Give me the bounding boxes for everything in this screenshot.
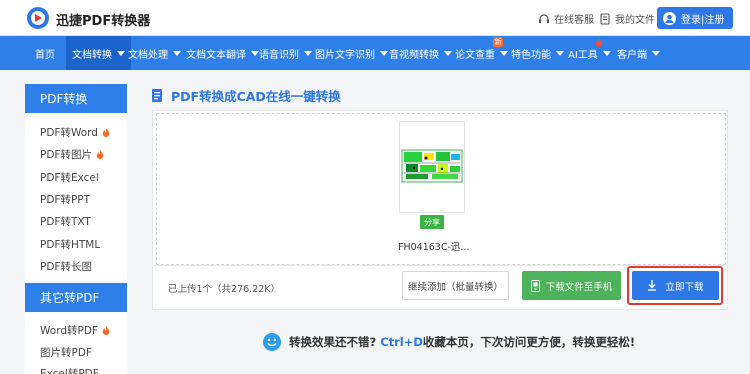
nav-label: 文档文本翻译 — [186, 49, 246, 61]
smiley-icon — [263, 333, 281, 351]
sidebar-item-pdf-to-ppt[interactable]: PDF转PPT — [40, 192, 90, 207]
sidebar-item-pdf-to-word[interactable]: PDF转Word — [40, 125, 110, 140]
login-register-label: 登录|注册 — [681, 14, 725, 26]
new-badge: 新 — [493, 37, 503, 47]
nav-item-home[interactable]: 首页 — [25, 36, 65, 70]
chevron-down-icon — [251, 50, 259, 56]
sidebar-item-pdf-to-html[interactable]: PDF转HTML — [40, 237, 100, 252]
brand-logo-icon[interactable] — [26, 6, 50, 30]
qr-code-icon — [530, 279, 540, 292]
customer-service-link[interactable]: 在线客服 — [538, 11, 594, 26]
fire-icon — [595, 38, 603, 47]
fire-icon — [102, 127, 110, 137]
customer-service-label: 在线客服 — [554, 15, 594, 26]
download-to-phone-button[interactable]: 下载文件至手机 — [522, 271, 621, 300]
sidebar-item-pdf-to-excel[interactable]: PDF转Excel — [40, 170, 99, 185]
nav-item-doc-convert[interactable]: 文档转换 — [66, 36, 131, 70]
download-to-phone-label: 下载文件至手机 — [545, 281, 613, 293]
brand-name[interactable]: 迅捷PDF转换器 — [56, 10, 150, 29]
sidebar-item-pdf-to-txt[interactable]: PDF转TXT — [40, 214, 91, 229]
upload-summary: 已上传1个（共276.22K） — [168, 284, 281, 295]
tip-suffix: 收藏本页，下次访问更方便，转换更轻松! — [422, 335, 636, 349]
sidebar-item-label: Excel转PDF — [40, 368, 99, 374]
download-now-label: 立即下载 — [665, 281, 704, 293]
sidebar-section-to-pdf: 其它转PDF — [25, 283, 127, 312]
nav-label: 图片文字识别 — [315, 49, 375, 61]
page-title-text: PDF转换成CAD在线一键转换 — [171, 89, 341, 104]
bookmark-tip: 转换效果还不错? Ctrl+D收藏本页，下次访问更方便，转换更轻松! — [263, 333, 635, 351]
cad-drawing-preview — [401, 149, 463, 183]
nav-item-client[interactable]: 客户端 — [617, 36, 660, 70]
download-now-button[interactable]: 立即下载 — [632, 271, 719, 300]
my-files-link[interactable]: 我的文件 — [599, 11, 655, 26]
page-title: PDF转换成CAD在线一键转换 — [152, 86, 341, 105]
chevron-down-icon — [173, 50, 181, 56]
fire-icon — [96, 149, 104, 159]
sidebar-item-pdf-to-long-image[interactable]: PDF转长图 — [40, 259, 92, 274]
login-register-button[interactable]: 登录|注册 — [657, 7, 733, 29]
chevron-down-icon — [304, 50, 312, 56]
chevron-down-icon — [444, 50, 452, 56]
nav-label: 文档转换 — [72, 49, 112, 61]
sidebar-item-image-to-pdf[interactable]: 图片转PDF — [40, 345, 92, 360]
sidebar-panel-to-pdf — [25, 312, 127, 374]
sidebar-item-pdf-to-image[interactable]: PDF转图片 — [40, 147, 104, 162]
sidebar-item-label: PDF转PPT — [40, 194, 91, 206]
nav-label: 首页 — [35, 49, 55, 61]
nav-label: 客户端 — [617, 49, 647, 61]
document-icon — [152, 89, 162, 102]
sidebar-item-label: PDF转Word — [40, 127, 98, 139]
tip-prefix: 转换效果还不错? — [289, 335, 377, 349]
nav-label: 文档处理 — [128, 49, 168, 61]
nav-item-doc-process[interactable]: 文档处理 — [128, 36, 181, 70]
sidebar-item-label: PDF转TXT — [40, 216, 91, 228]
document-icon — [600, 12, 610, 25]
file-thumbnail[interactable] — [399, 121, 465, 213]
nav-label: 语音识别 — [259, 49, 299, 61]
nav-label: 特色功能 — [511, 49, 551, 61]
nav-item-ocr[interactable]: 图片文字识别 — [315, 36, 388, 70]
continue-add-button[interactable]: 继续添加（批量转换） — [402, 271, 509, 300]
sidebar-item-label: PDF转长图 — [40, 261, 92, 273]
nav-label: 音视频转换 — [389, 49, 439, 61]
sidebar-item-label: PDF转HTML — [40, 239, 101, 251]
tip-shortcut: Ctrl+D — [380, 335, 423, 349]
chevron-down-icon — [500, 50, 508, 56]
sidebar-item-label: Word转PDF — [40, 325, 98, 337]
sidebar-item-word-to-pdf[interactable]: Word转PDF — [40, 323, 110, 338]
sidebar-item-label: PDF转Excel — [40, 172, 99, 184]
nav-item-ai-tools[interactable]: AI工具 — [568, 36, 611, 70]
nav-item-doc-translate[interactable]: 文档文本翻译 — [186, 36, 259, 70]
chevron-down-icon — [652, 50, 660, 56]
download-icon — [648, 280, 657, 291]
headset-icon — [539, 13, 549, 23]
file-name: FH04163C-迅... — [398, 242, 470, 253]
fire-icon — [102, 325, 110, 335]
main-nav-bar: 首页 文档转换 文档处理 文档文本翻译 语音识别 图片文字识别 音视频转换 论文… — [0, 36, 750, 70]
nav-item-features[interactable]: 特色功能 — [511, 36, 564, 70]
sidebar-item-excel-to-pdf[interactable]: Excel转PDF — [40, 366, 99, 374]
nav-item-speech[interactable]: 语音识别 — [259, 36, 312, 70]
chevron-down-icon — [602, 50, 611, 56]
user-avatar-icon — [663, 11, 676, 25]
chevron-down-icon — [380, 50, 388, 56]
share-button[interactable]: 分享 — [420, 215, 444, 229]
nav-label: 论文查重 — [455, 49, 495, 61]
sidebar-section-pdf-convert: PDF转换 — [25, 84, 127, 113]
nav-item-av-convert[interactable]: 音视频转换 — [389, 36, 452, 70]
chevron-down-icon — [556, 50, 564, 56]
my-files-label: 我的文件 — [615, 15, 655, 26]
chevron-down-icon — [117, 50, 125, 56]
sidebar-item-label: PDF转图片 — [40, 149, 92, 161]
top-header: 迅捷PDF转换器 在线客服 我的文件 登录|注册 — [0, 0, 750, 36]
sidebar-item-label: 图片转PDF — [40, 347, 92, 359]
